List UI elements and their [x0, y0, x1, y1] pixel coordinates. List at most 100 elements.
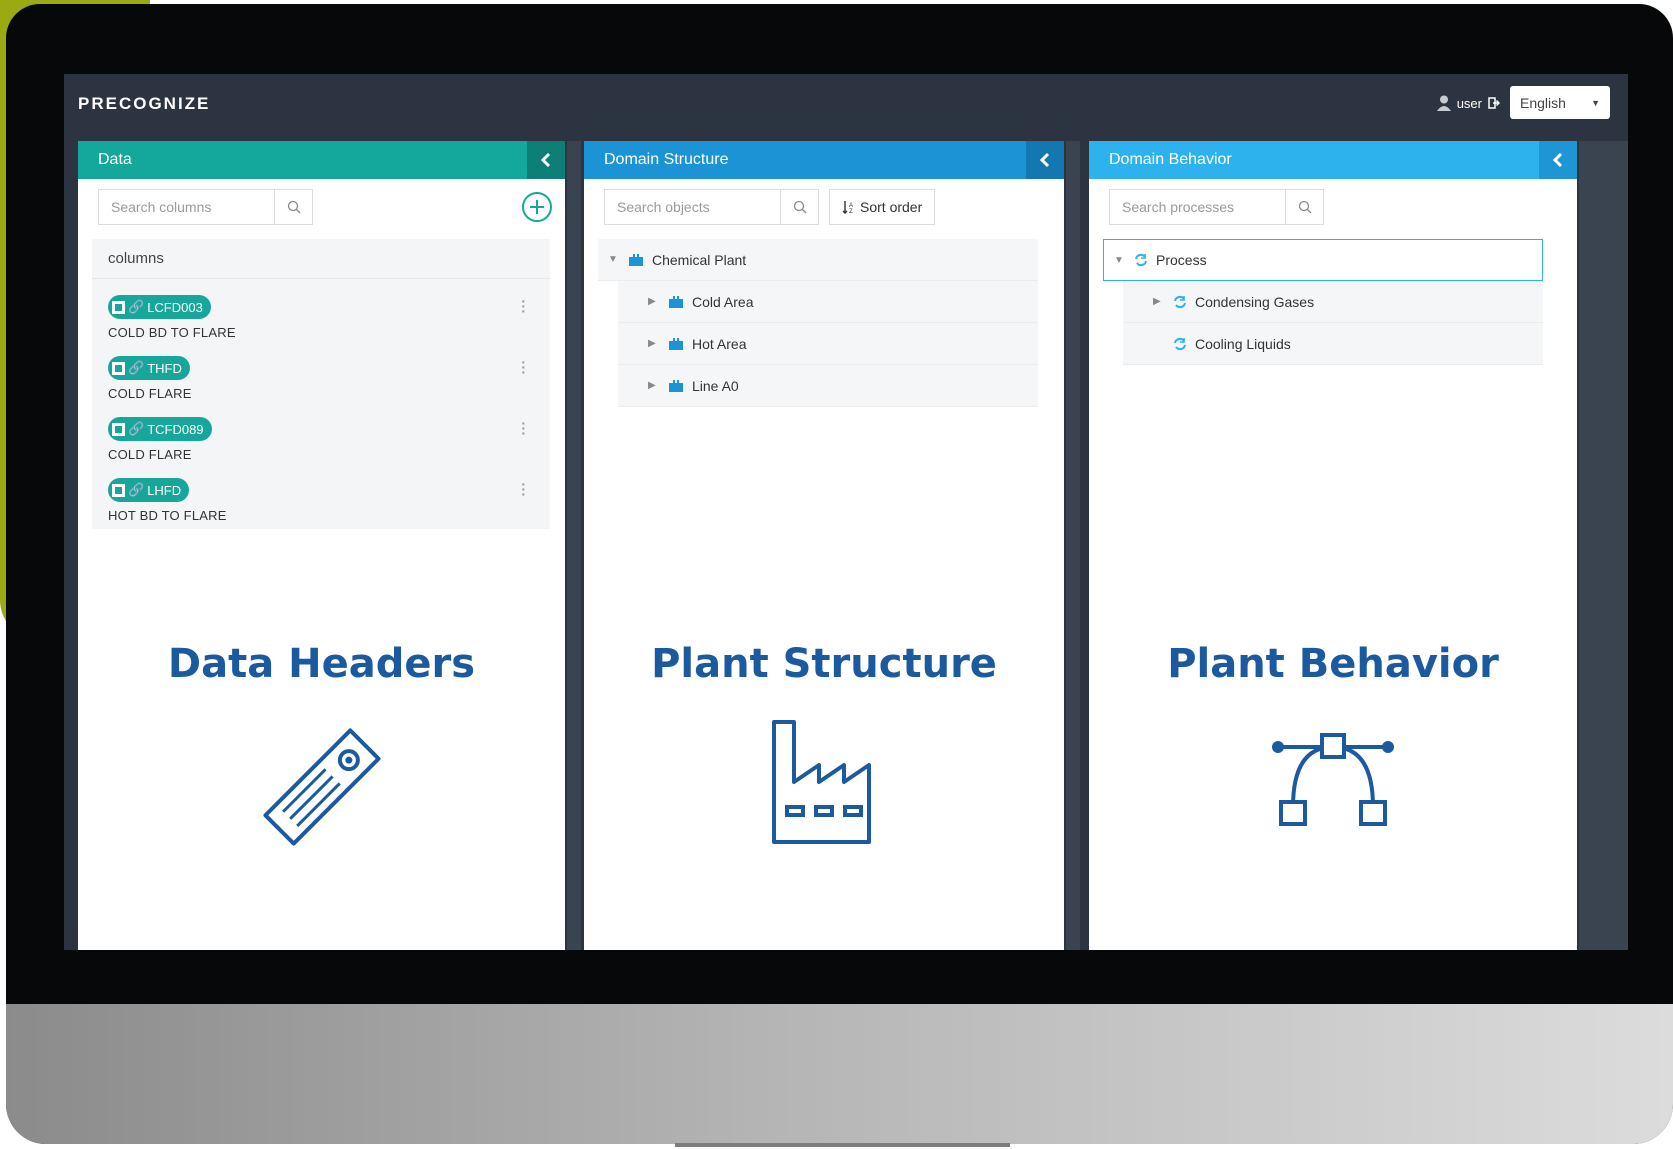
- user-menu[interactable]: user: [1436, 95, 1500, 111]
- search-processes-placeholder: Search processes: [1122, 199, 1235, 215]
- process-icon: [1135, 253, 1147, 267]
- column-tag[interactable]: 🔗 THFD: [108, 356, 190, 380]
- caret-right-icon[interactable]: ▶: [648, 296, 660, 307]
- tree-node-icon: [629, 253, 643, 266]
- logout-icon[interactable]: [1488, 97, 1500, 109]
- tree-node-icon: [669, 295, 683, 308]
- link-icon: 🔗: [128, 482, 145, 497]
- collapse-behavior-button[interactable]: [1539, 141, 1577, 179]
- more-vertical-icon[interactable]: · · ·: [521, 477, 526, 501]
- columns-list: columns 🔗 LCFD003 COLD BD TO FLARE · · · 🔗 T…: [92, 239, 550, 529]
- tree-node[interactable]: ▶ Condensing Gases: [1123, 281, 1543, 323]
- link-icon: 🔗: [128, 299, 145, 314]
- data-panel: Data Search columns columns 🔗 LCFD003 CO…: [78, 141, 565, 950]
- column-tag[interactable]: 🔗 TCFD089: [108, 417, 212, 441]
- tree-node[interactable]: ▶ Hot Area: [618, 323, 1038, 365]
- tree-node-label: Hot Area: [692, 335, 747, 352]
- tree-node[interactable]: ▶ Cold Area: [618, 281, 1038, 323]
- caret-down-icon[interactable]: ▼: [1114, 255, 1126, 266]
- sort-icon: AZ: [842, 201, 853, 214]
- search-icon: [287, 200, 300, 214]
- monitor-frame: PRECOGNIZE user English ▼ Data Search co…: [6, 4, 1673, 1144]
- more-vertical-icon[interactable]: · · ·: [521, 355, 526, 379]
- process-icon: [1174, 337, 1186, 350]
- user-icon: [1436, 95, 1451, 111]
- tree-node-root[interactable]: ▼ Chemical Plant: [598, 239, 1038, 281]
- search-columns-input[interactable]: Search columns: [98, 189, 313, 225]
- chevron-down-icon: ▼: [1591, 97, 1600, 108]
- column-tag-label: LHFD: [147, 482, 182, 498]
- link-icon: 🔗: [128, 421, 145, 436]
- data-toolbar: Search columns: [98, 189, 313, 225]
- table-icon: [112, 361, 125, 375]
- column-tag-label: TCFD089: [147, 421, 204, 437]
- collapse-data-button[interactable]: [527, 141, 565, 179]
- panel-splitter[interactable]: [567, 141, 581, 950]
- tree-node-label: Condensing Gases: [1195, 293, 1315, 310]
- tree-node-label: Process: [1156, 252, 1207, 268]
- structure-panel-title: Domain Structure: [604, 151, 729, 168]
- search-processes-input[interactable]: Search processes: [1109, 189, 1324, 225]
- behavior-toolbar: Search processes: [1109, 189, 1324, 225]
- tree-node-icon: [669, 337, 683, 350]
- column-description: COLD FLARE: [108, 386, 192, 401]
- search-objects-button[interactable]: [780, 190, 818, 224]
- sort-order-label: Sort order: [860, 199, 923, 215]
- caret-right-icon[interactable]: ▶: [648, 380, 660, 391]
- column-description: COLD BD TO FLARE: [108, 325, 236, 340]
- tree-node-root[interactable]: ▼ Process: [1103, 239, 1543, 281]
- column-tag[interactable]: 🔗 LHFD: [108, 478, 190, 502]
- plant-structure-caption: Plant Structure: [651, 641, 997, 687]
- columns-heading: columns: [92, 239, 550, 279]
- tag-icon: [252, 717, 392, 862]
- column-tag-label: THFD: [147, 360, 182, 376]
- language-value: English: [1520, 94, 1566, 111]
- list-item[interactable]: 🔗 THFD COLD FLARE · · ·: [92, 340, 550, 401]
- process-icon: [1174, 295, 1186, 308]
- table-icon: [112, 300, 125, 314]
- list-item[interactable]: 🔗 LHFD HOT BD TO FLARE · · ·: [92, 462, 550, 523]
- language-select[interactable]: English ▼: [1510, 86, 1610, 119]
- user-label: user: [1456, 95, 1482, 111]
- search-objects-placeholder: Search objects: [617, 199, 710, 215]
- list-item[interactable]: 🔗 LCFD003 COLD BD TO FLARE · · ·: [92, 279, 550, 340]
- search-processes-button[interactable]: [1285, 190, 1323, 224]
- app-logo[interactable]: PRECOGNIZE: [78, 94, 210, 114]
- add-icon: [522, 192, 552, 222]
- monitor-chin: [6, 1004, 1673, 1144]
- add-column-button[interactable]: [519, 189, 555, 225]
- table-icon: [112, 422, 125, 436]
- monitor-stand: [675, 1143, 1010, 1147]
- more-vertical-icon[interactable]: · · ·: [521, 416, 526, 440]
- column-tag-label: LCFD003: [147, 299, 203, 315]
- panel-splitter[interactable]: [1579, 141, 1628, 950]
- data-headers-caption: Data Headers: [167, 641, 476, 687]
- tree-node[interactable]: Cooling Liquids: [1123, 323, 1543, 365]
- caret-down-icon[interactable]: ▼: [608, 254, 620, 265]
- caret-right-icon[interactable]: ▶: [648, 338, 660, 349]
- sort-order-button[interactable]: AZ Sort order: [829, 189, 936, 225]
- search-objects-input[interactable]: Search objects: [604, 189, 819, 225]
- behavior-panel-title: Domain Behavior: [1109, 151, 1232, 168]
- table-icon: [112, 483, 125, 497]
- data-panel-title: Data: [98, 151, 132, 168]
- search-icon: [793, 200, 806, 214]
- caret-right-icon[interactable]: ▶: [1153, 296, 1165, 307]
- search-columns-button[interactable]: [274, 190, 312, 224]
- chevron-left-icon: [1039, 152, 1050, 168]
- column-tag[interactable]: 🔗 LCFD003: [108, 295, 211, 319]
- link-icon: 🔗: [128, 360, 145, 375]
- panel-splitter[interactable]: [1066, 141, 1080, 950]
- more-vertical-icon[interactable]: · · ·: [521, 294, 526, 318]
- tree-node-icon: [669, 379, 683, 392]
- search-icon: [1298, 200, 1311, 214]
- list-item[interactable]: 🔗 TCFD089 COLD FLARE · · ·: [92, 401, 550, 462]
- tree-node[interactable]: ▶ Line A0: [618, 365, 1038, 407]
- column-description: HOT BD TO FLARE: [108, 508, 227, 523]
- behavior-panel-header: Domain Behavior: [1089, 141, 1577, 179]
- data-panel-header: Data: [78, 141, 565, 179]
- tree-node-label: Cold Area: [692, 293, 754, 310]
- plant-behavior-caption: Plant Behavior: [1167, 641, 1499, 687]
- collapse-structure-button[interactable]: [1026, 141, 1064, 179]
- structure-toolbar: Search objects AZ Sort order: [604, 189, 936, 225]
